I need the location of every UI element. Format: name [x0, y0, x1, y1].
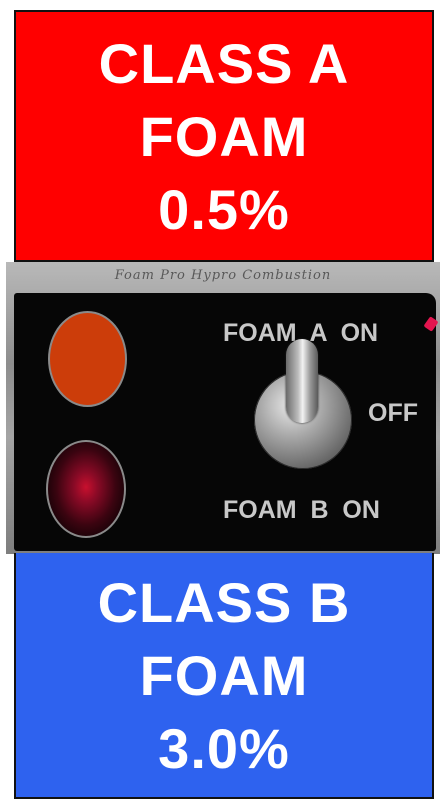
- class-b-foam-label: FOAM: [139, 643, 309, 707]
- toggle-lever-icon[interactable]: [286, 339, 318, 423]
- foam-b-on-label: FOAM B ON: [223, 496, 380, 524]
- off-label: OFF: [368, 399, 418, 427]
- foam-b-indicator-light: [46, 440, 126, 538]
- class-b-foam-panel: CLASS B FOAM 3.0%: [14, 553, 434, 799]
- foam-a-indicator-light: [48, 311, 127, 407]
- class-b-title: CLASS B: [97, 570, 351, 634]
- class-b-percentage: 3.0%: [158, 716, 290, 780]
- plate-brand-label: Foam Pro Hypro Combustion: [114, 268, 332, 283]
- class-a-percentage: 0.5%: [158, 177, 290, 241]
- class-a-foam-panel: CLASS A FOAM 0.5%: [14, 10, 434, 262]
- class-a-title: CLASS A: [98, 31, 350, 95]
- class-a-foam-label: FOAM: [139, 104, 309, 168]
